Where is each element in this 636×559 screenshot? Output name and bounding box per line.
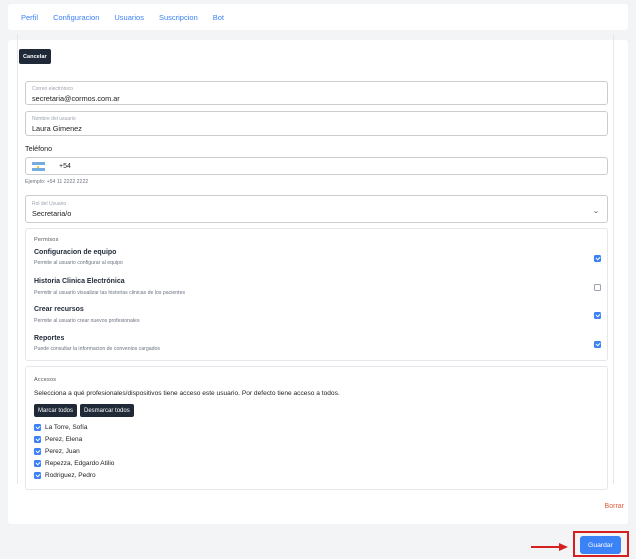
permission-title: Configuracion de equipo <box>34 249 117 256</box>
name-value: Laura Gimenez <box>32 124 82 133</box>
access-item-label: La Torre, Sofía <box>45 424 88 431</box>
tab-usuarios[interactable]: Usuarios <box>114 13 144 22</box>
checkbox[interactable] <box>34 424 41 431</box>
access-item[interactable]: Rodriguez, Pedro <box>34 472 96 479</box>
access-description: Selecciona a qué profesionales/dispositi… <box>34 390 340 397</box>
permission-title: Crear recursos <box>34 306 84 313</box>
access-item[interactable]: La Torre, Sofía <box>34 424 88 431</box>
checkbox[interactable] <box>34 436 41 443</box>
tab-bot[interactable]: Bot <box>213 13 224 22</box>
name-field[interactable]: Nombre del usuario Laura Gimenez <box>25 111 608 136</box>
access-item-label: Repezza, Edgardo Atilio <box>45 460 115 467</box>
permission-title: Reportes <box>34 335 65 342</box>
select-all-button[interactable]: Marcar todos <box>34 404 78 417</box>
chevron-down-icon: ⌄ <box>592 208 600 215</box>
access-item[interactable]: Repezza, Edgardo Atilio <box>34 460 114 467</box>
access-item-label: Perez, Juan <box>45 448 80 455</box>
phone-dial-code: +54 <box>59 163 71 170</box>
permission-desc: Permite al usuario configurar al equipo <box>34 260 123 266</box>
annotation-arrow <box>531 546 561 548</box>
permission-checkbox-config[interactable] <box>594 255 601 262</box>
checkbox[interactable] <box>34 460 41 467</box>
save-button[interactable]: Guardar <box>580 536 621 554</box>
email-label: Correo electrónico <box>32 86 73 92</box>
permission-checkbox-historia[interactable] <box>594 284 601 291</box>
phone-example: Ejemplo: +54 11 2222 2222 <box>25 179 89 185</box>
annotation-arrow-head <box>559 543 568 551</box>
role-label: Rol del Usuario <box>32 201 67 207</box>
permission-desc: Permite al usuario crear nuevos profesio… <box>34 318 140 324</box>
argentina-flag-icon[interactable] <box>32 162 45 171</box>
deselect-all-button[interactable]: Desmarcar todos <box>80 404 134 417</box>
checkbox[interactable] <box>34 472 41 479</box>
tab-suscripcion[interactable]: Suscripcion <box>159 13 198 22</box>
access-item-label: Perez, Elena <box>45 436 83 443</box>
access-title: Accesos <box>34 377 57 383</box>
email-value: secretaria@cormos.com.ar <box>32 94 120 103</box>
access-panel: Accesos Selecciona a qué profesionales/d… <box>25 366 608 490</box>
top-nav: Perfil Configuracion Usuarios Suscripcio… <box>8 4 628 30</box>
permission-desc: Permitir al usuario visualizar las histo… <box>34 290 186 296</box>
email-field[interactable]: Correo electrónico secretaria@cormos.com… <box>25 81 608 105</box>
tab-configuracion[interactable]: Configuracion <box>53 13 99 22</box>
access-item[interactable]: Perez, Juan <box>34 448 80 455</box>
access-item-label: Rodriguez, Pedro <box>45 472 96 479</box>
role-select[interactable]: Rol del Usuario Secretaria/o ⌄ <box>25 195 608 223</box>
access-buttons: Marcar todos Desmarcar todos <box>34 404 134 417</box>
permission-desc: Puede consultar la informacion de conven… <box>34 346 161 352</box>
delete-button[interactable]: Borrar <box>605 503 624 510</box>
permissions-panel: Permisos Configuracion de equipo Permite… <box>25 228 608 361</box>
access-item[interactable]: Perez, Elena <box>34 436 82 443</box>
tab-perfil[interactable]: Perfil <box>21 13 38 22</box>
name-label: Nombre del usuario <box>32 116 76 122</box>
role-value: Secretaria/o <box>32 209 72 218</box>
phone-field[interactable]: +54 <box>25 157 608 175</box>
checkbox[interactable] <box>34 448 41 455</box>
permission-checkbox-recursos[interactable] <box>594 312 601 319</box>
permission-checkbox-reportes[interactable] <box>594 341 601 348</box>
phone-label: Teléfono <box>25 144 53 153</box>
permissions-title: Permisos <box>34 237 59 243</box>
permission-title: Historia Clinica Electrónica <box>34 278 125 285</box>
